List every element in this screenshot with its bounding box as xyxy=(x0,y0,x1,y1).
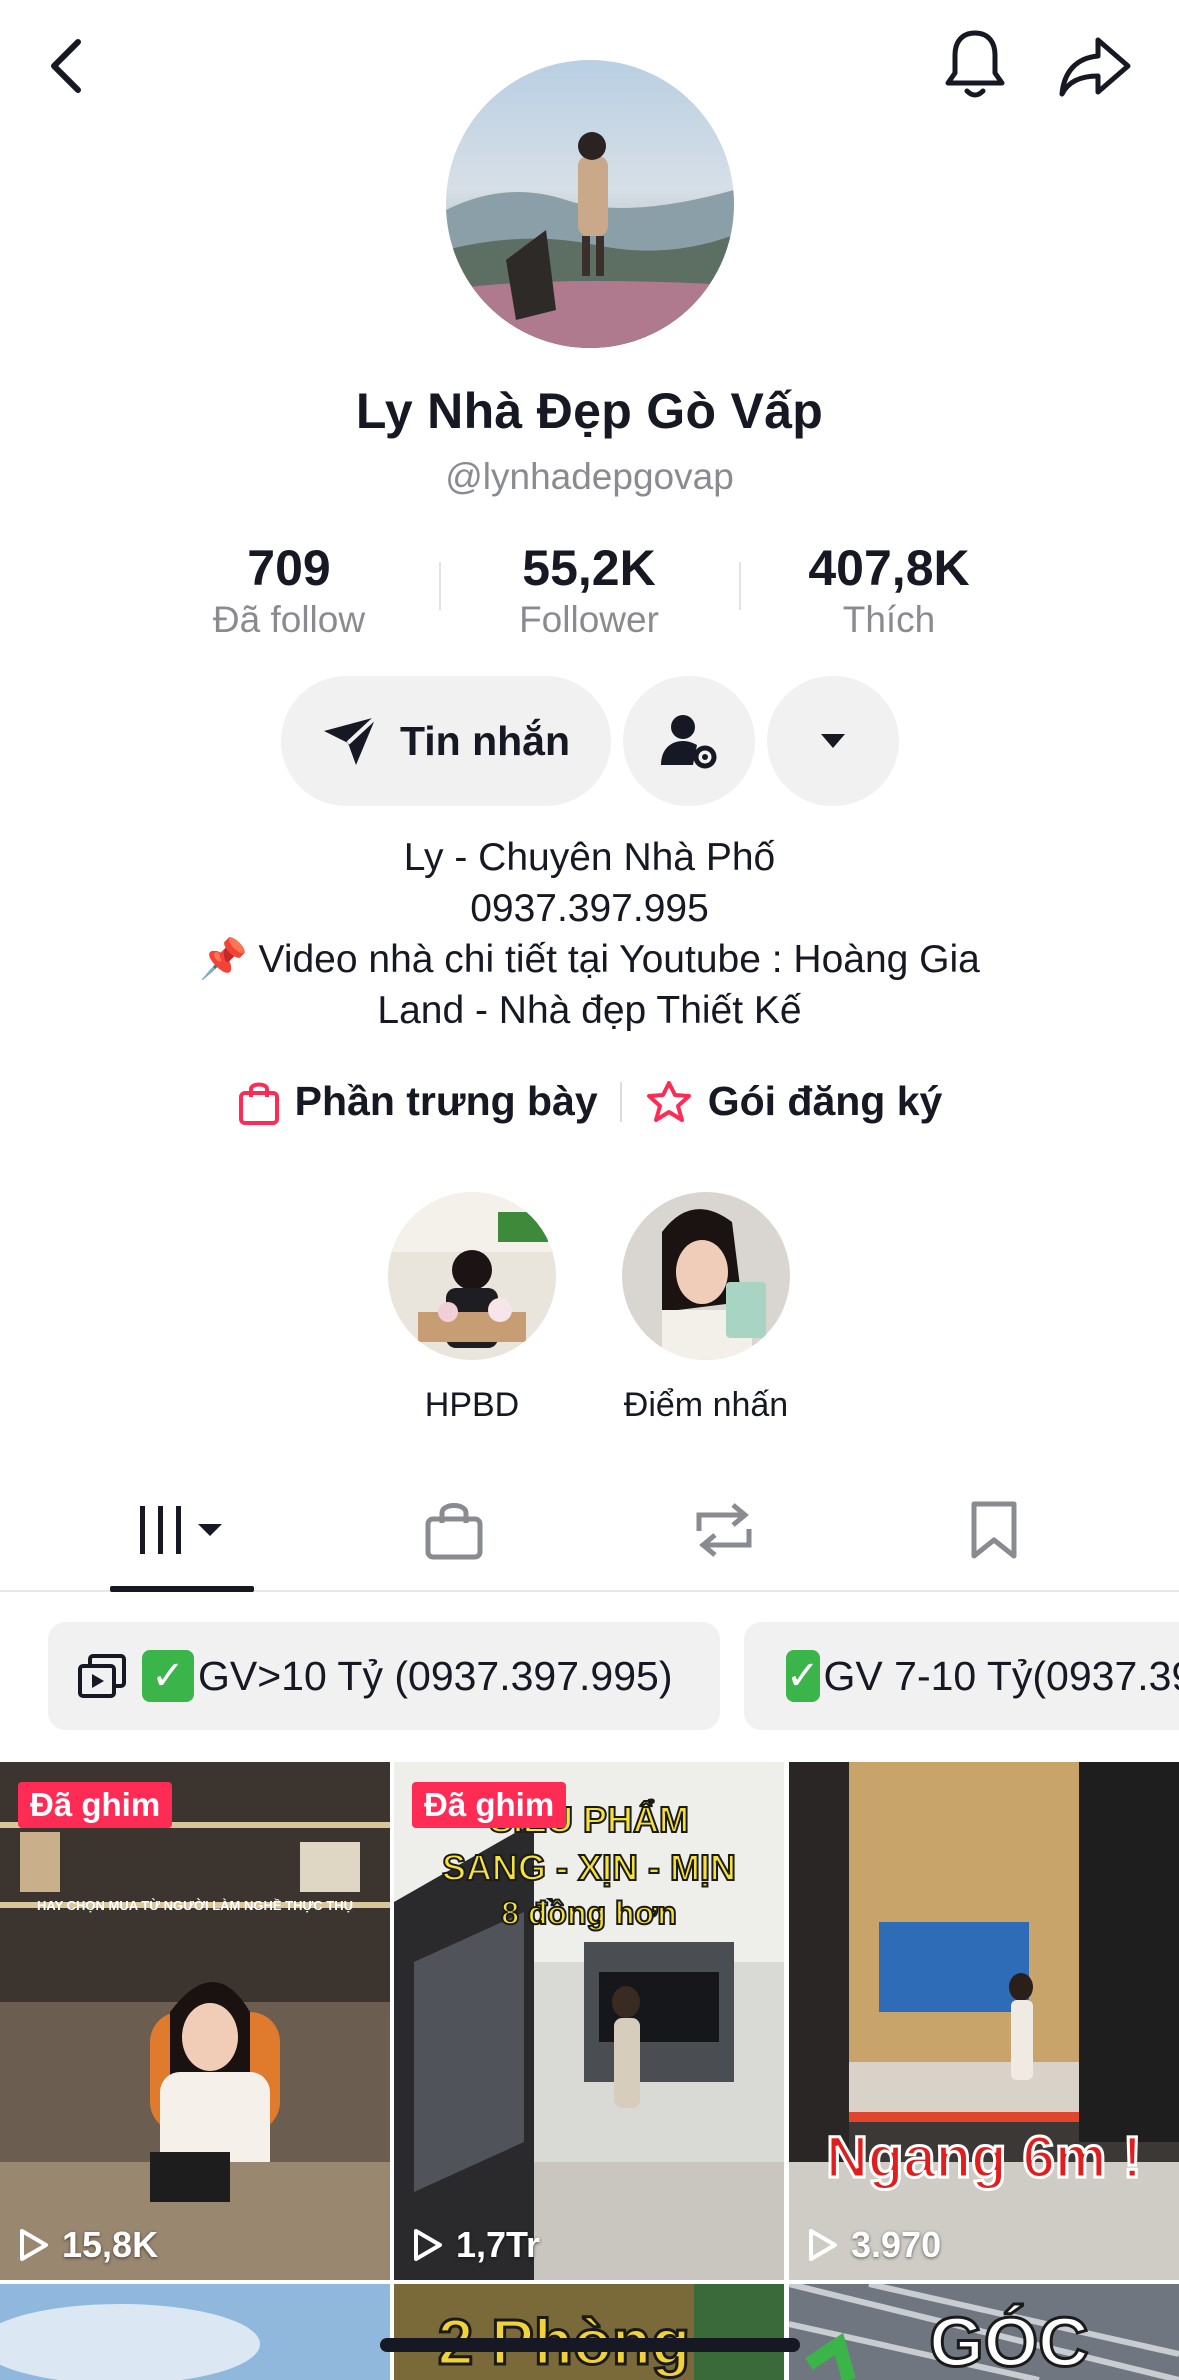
playlist-icon xyxy=(78,1654,126,1698)
video-overlay-text: SANG - XỊN - MỊN xyxy=(442,1847,736,1888)
play-icon xyxy=(809,2229,837,2261)
friend-settings-button[interactable] xyxy=(623,676,755,806)
view-count-value: 15,8K xyxy=(62,2224,159,2265)
view-count-value: 3.970 xyxy=(851,2224,942,2265)
message-button[interactable]: Tin nhắn xyxy=(281,676,611,806)
highlight-name: Điểm nhấn xyxy=(623,1386,789,1424)
video-overlay-text: Ngang 6m ! xyxy=(826,2125,1142,2190)
view-count: 1,7Tr xyxy=(412,2224,540,2266)
avatar[interactable] xyxy=(446,60,734,348)
tab-saved[interactable] xyxy=(934,1468,1054,1592)
person-gear-icon xyxy=(661,715,717,769)
back-button[interactable] xyxy=(34,28,98,104)
video-thumbnail xyxy=(0,2284,390,2380)
share-button[interactable] xyxy=(1050,26,1140,106)
followers-count: 55,2K xyxy=(522,540,656,596)
pinned-badge: Đã ghim xyxy=(412,1782,567,1828)
playlist-label: GV>10 Tỷ (0937.397.995) xyxy=(198,1652,673,1699)
video-tile[interactable]: 2 Phòng xyxy=(394,2284,784,2380)
playlist-label: GV 7-10 Tỷ(0937.397.995) xyxy=(823,1652,1179,1699)
more-button[interactable] xyxy=(767,676,899,806)
followers-label: Follower xyxy=(519,599,659,640)
username: @lynhadepgovap xyxy=(445,456,734,497)
view-count-value: 1,7Tr xyxy=(456,2224,541,2265)
stat-followers[interactable]: 55,2K Follower xyxy=(439,540,739,644)
video-tile[interactable]: HAY CHỌN MUA TỪ NGƯỜI LÀM NGHỀ THỰC THỤ … xyxy=(0,1762,390,2280)
bookmark-icon xyxy=(971,1501,1017,1559)
bio-line: Land - Nhà đẹp Thiết Kế xyxy=(377,989,802,1032)
highlight-thumbnail xyxy=(622,1192,790,1360)
active-tab-indicator xyxy=(110,1586,254,1592)
play-icon xyxy=(20,2229,48,2261)
bio-phone: 0937.397.995 xyxy=(470,887,709,930)
video-overlay-text: HAY CHỌN MUA TỪ NGƯỜI LÀM NGHỀ THỰC THỤ xyxy=(37,1898,353,1913)
tab-shop[interactable] xyxy=(394,1468,514,1592)
highlight-diem-nhan[interactable]: Điểm nhấn xyxy=(606,1192,806,1425)
shopping-bag-icon xyxy=(238,1082,279,1125)
caret-down-icon xyxy=(821,734,845,748)
showcase-label: Phần trưng bày xyxy=(294,1078,598,1124)
playlist-chip[interactable]: ✓ GV 7-10 Tỷ(0937.397.995) xyxy=(744,1622,1179,1730)
video-tile[interactable]: GÓC xyxy=(789,2284,1179,2380)
content-tabs xyxy=(0,1468,1179,1592)
video-tile[interactable]: SIÊU PHẨM SANG - XỊN - MỊN 8 đồng hơn Đã… xyxy=(394,1762,784,2280)
repost-icon xyxy=(696,1503,752,1557)
tab-repost[interactable] xyxy=(664,1468,784,1592)
following-count: 709 xyxy=(247,540,331,596)
subscription-label: Gói đăng ký xyxy=(707,1078,943,1124)
likes-count: 407,8K xyxy=(808,540,970,596)
pinned-badge: Đã ghim xyxy=(18,1782,173,1828)
highlight-hpbd[interactable]: HPBD xyxy=(372,1192,572,1425)
showcase-link[interactable]: Phần trưng bày xyxy=(237,1078,598,1125)
following-label: Đã follow xyxy=(212,599,366,640)
stat-following[interactable]: 709 Đã follow xyxy=(139,540,439,644)
bell-icon xyxy=(945,30,1005,98)
chevron-left-icon xyxy=(51,39,81,93)
likes-label: Thích xyxy=(842,599,936,640)
video-overlay-text: GÓC xyxy=(929,2303,1088,2380)
video-thumbnail: GÓC xyxy=(789,2284,1179,2380)
stat-likes[interactable]: 407,8K Thích xyxy=(739,540,1039,644)
grid-columns-icon xyxy=(140,1506,222,1554)
view-count: 3.970 xyxy=(807,2224,941,2266)
video-thumbnail: SIÊU PHẨM SANG - XỊN - MỊN 8 đồng hơn xyxy=(394,1762,784,2280)
send-icon xyxy=(323,715,378,765)
highlight-name: HPBD xyxy=(424,1386,520,1424)
message-label: Tin nhắn xyxy=(399,717,571,764)
highlight-thumbnail xyxy=(388,1192,556,1360)
video-overlay-text: 8 đồng hơn xyxy=(501,1895,677,1931)
subscription-link[interactable]: Gói đăng ký xyxy=(644,1078,943,1125)
bio-line: 📌 Video nhà chi tiết tại Youtube : Hoàng… xyxy=(199,938,980,981)
link-divider xyxy=(619,1081,622,1122)
profile-links: Phần trưng bày Gói đăng ký xyxy=(0,1078,1179,1125)
play-icon xyxy=(414,2229,442,2261)
display-name: Ly Nhà Đẹp Gò Vấp xyxy=(355,383,824,439)
video-thumbnail: 2 Phòng xyxy=(394,2284,784,2380)
home-indicator[interactable] xyxy=(380,2338,800,2352)
video-thumbnail: Ngang 6m ! xyxy=(789,1762,1179,2280)
check-emoji-icon: ✓ xyxy=(142,1650,194,1702)
playlist-chip[interactable]: ✓ GV>10 Tỷ (0937.397.995) xyxy=(48,1622,720,1730)
notification-button[interactable] xyxy=(935,22,1015,106)
video-tile[interactable] xyxy=(0,2284,390,2380)
shopping-bag-icon xyxy=(425,1503,483,1560)
avatar-photo xyxy=(446,60,734,348)
tab-videos[interactable] xyxy=(110,1468,254,1592)
video-tile[interactable]: Ngang 6m ! 3.970 xyxy=(789,1762,1179,2280)
check-emoji-icon: ✓ xyxy=(786,1650,820,1702)
star-badge-icon xyxy=(646,1080,691,1122)
bio: Ly - Chuyên Nhà Phố 0937.397.995 📌 Video… xyxy=(0,832,1179,1036)
view-count: 15,8K xyxy=(18,2224,158,2266)
share-arrow-icon xyxy=(1059,37,1131,97)
video-thumbnail: HAY CHỌN MUA TỪ NGƯỜI LÀM NGHỀ THỰC THỤ xyxy=(0,1762,390,2280)
bio-line: Ly - Chuyên Nhà Phố xyxy=(403,836,776,879)
